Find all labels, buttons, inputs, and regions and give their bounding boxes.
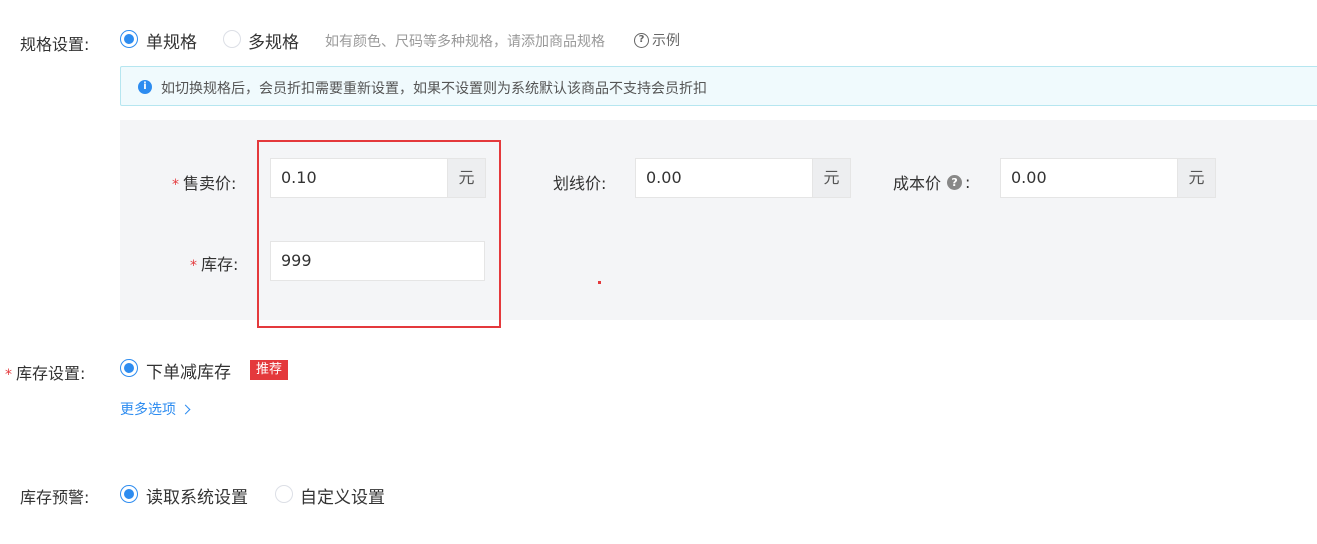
strike-price-unit: 元 xyxy=(813,158,851,198)
chevron-right-icon xyxy=(180,404,191,414)
question-icon[interactable]: ? xyxy=(947,174,963,190)
sale-price-label-text: 售卖价: xyxy=(183,174,237,193)
cost-price-input[interactable]: 0.00 xyxy=(1000,158,1178,198)
more-options-link[interactable]: 更多选项 xyxy=(120,399,191,419)
reduce-stock-on-order-label[interactable]: 下单减库存 xyxy=(146,358,231,383)
recommend-tag: 推荐 xyxy=(250,360,289,380)
highlight-box xyxy=(257,140,501,328)
required-mark: * xyxy=(172,177,179,193)
help-circle-icon: ? xyxy=(634,32,649,48)
strike-price-label: 划线价: xyxy=(553,174,607,193)
cost-price-unit: 元 xyxy=(1178,158,1216,198)
cost-price-label: 成本价 ? : xyxy=(893,170,970,194)
stock-label-text: 库存: xyxy=(201,255,239,274)
cost-price-colon: : xyxy=(965,172,971,192)
multi-spec-radio[interactable] xyxy=(223,30,241,48)
info-icon: i xyxy=(138,80,152,94)
spec-hint-text: 如有颜色、尺码等多种规格，请添加商品规格 xyxy=(325,34,605,50)
stock-label: * 库存: xyxy=(190,251,238,275)
spec-setting-label: 规格设置: xyxy=(20,35,90,54)
required-mark: * xyxy=(190,258,197,274)
system-setting-radio[interactable] xyxy=(120,485,138,503)
required-mark: * xyxy=(5,367,12,383)
custom-setting-radio[interactable] xyxy=(275,485,293,503)
system-setting-label[interactable]: 读取系统设置 xyxy=(146,483,248,508)
cost-price-label-text: 成本价 xyxy=(893,174,942,193)
red-dot-mark xyxy=(598,281,601,284)
more-options-label: 更多选项 xyxy=(120,402,176,418)
single-spec-label[interactable]: 单规格 xyxy=(146,28,197,53)
strike-price-input[interactable]: 0.00 xyxy=(635,158,813,198)
multi-spec-label[interactable]: 多规格 xyxy=(248,28,299,53)
spec-notice-text: 如切换规格后，会员折扣需要重新设置，如果不设置则为系统默认该商品不支持会员折扣 xyxy=(161,81,707,97)
sale-price-label: * 售卖价: xyxy=(172,170,236,194)
stock-setting-label-text: 库存设置: xyxy=(16,364,86,383)
example-link-label: 示例 xyxy=(652,33,680,49)
spec-notice-bar: i 如切换规格后，会员折扣需要重新设置，如果不设置则为系统默认该商品不支持会员折… xyxy=(120,66,1317,106)
example-link[interactable]: ? 示例 xyxy=(634,30,680,50)
stock-warning-label: 库存预警: xyxy=(20,488,90,507)
reduce-stock-on-order-radio[interactable] xyxy=(120,359,138,377)
single-spec-radio[interactable] xyxy=(120,30,138,48)
custom-setting-label[interactable]: 自定义设置 xyxy=(300,483,385,508)
stock-setting-label: * 库存设置: xyxy=(5,360,85,384)
